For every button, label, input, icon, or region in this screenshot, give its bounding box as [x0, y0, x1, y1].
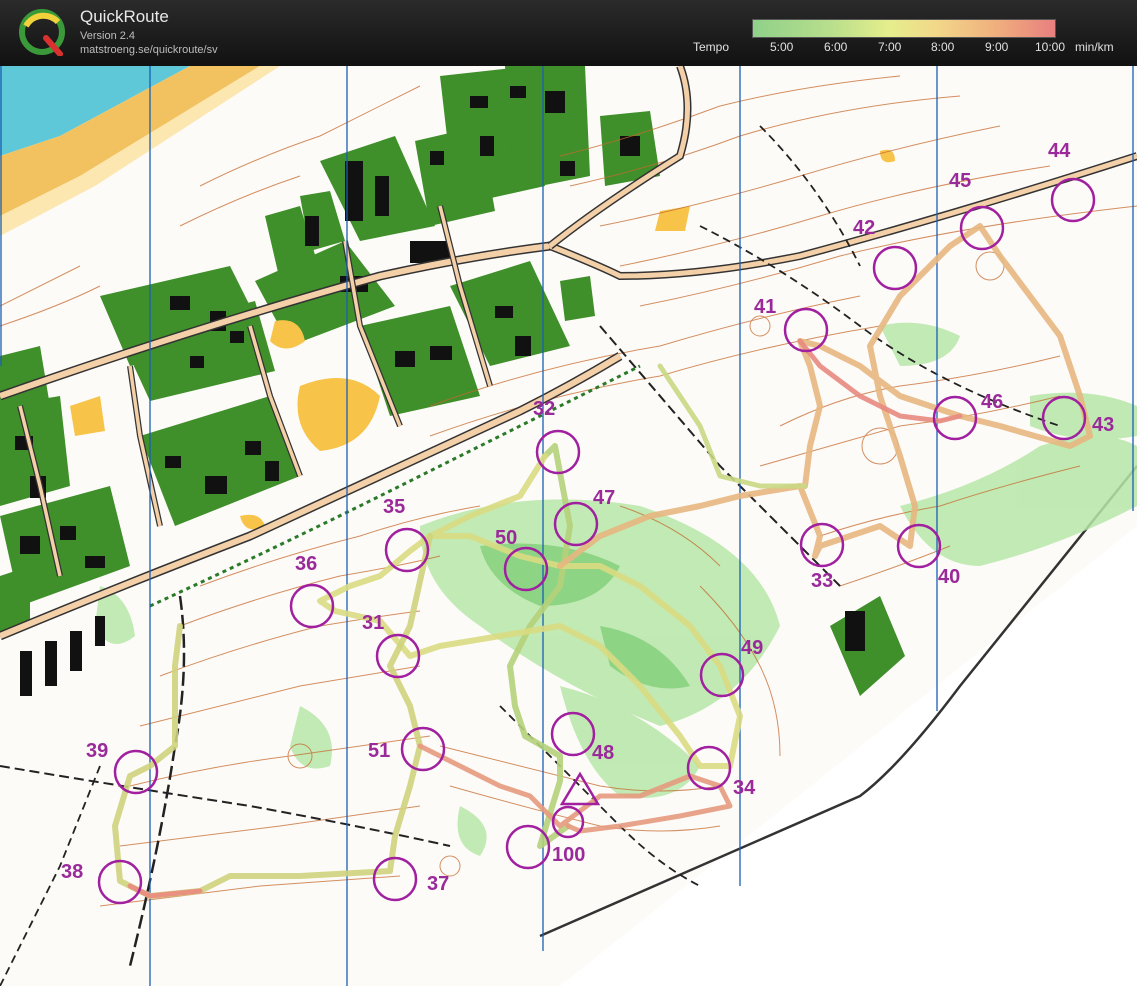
control-label-48: 48	[592, 742, 615, 764]
control-label-41: 41	[754, 296, 777, 318]
control-label-51: 51	[368, 740, 391, 762]
legend-tick: 10:00	[1035, 40, 1066, 54]
control-label-37: 37	[427, 873, 450, 895]
control-label-44: 44	[1048, 140, 1071, 162]
quickroute-logo-icon	[19, 9, 65, 56]
orienteering-map[interactable]: 31 32 33 34 35 36 37 38 39 40 41 42 43 4…	[0, 66, 1137, 986]
control-label-42: 42	[853, 217, 876, 239]
legend-ticks: 5:00 6:00 7:00 8:00 9:00 10:00	[752, 40, 1112, 56]
control-label-40: 40	[938, 566, 961, 588]
app-header: QuickRoute Version 2.4 matstroeng.se/qui…	[0, 0, 1137, 66]
control-label-47: 47	[593, 487, 616, 509]
control-label-33: 33	[811, 570, 834, 592]
app-url[interactable]: matstroeng.se/quickroute/sv	[80, 44, 218, 56]
control-label-39: 39	[86, 740, 109, 762]
control-label-34: 34	[733, 777, 756, 799]
control-label-38: 38	[61, 861, 84, 883]
control-label-100: 100	[552, 844, 586, 866]
control-label-49: 49	[741, 637, 764, 659]
app-version: Version 2.4	[80, 30, 136, 42]
legend-tick: 7:00	[878, 40, 902, 54]
control-label-32: 32	[533, 398, 556, 420]
legend-tick: 9:00	[985, 40, 1009, 54]
legend-unit: min/km	[1075, 40, 1114, 54]
control-label-35: 35	[383, 496, 406, 518]
tempo-color-scale	[752, 19, 1056, 38]
legend-tick: 5:00	[770, 40, 794, 54]
control-label-31: 31	[362, 612, 385, 634]
legend-tick: 8:00	[931, 40, 955, 54]
control-label-43: 43	[1092, 414, 1115, 436]
app-title: QuickRoute	[80, 7, 169, 26]
control-label-50: 50	[495, 527, 518, 549]
legend-tick: 6:00	[824, 40, 848, 54]
control-label-46: 46	[981, 391, 1004, 413]
control-label-45: 45	[949, 170, 972, 192]
legend-label: Tempo	[693, 40, 730, 54]
control-label-36: 36	[295, 553, 318, 575]
